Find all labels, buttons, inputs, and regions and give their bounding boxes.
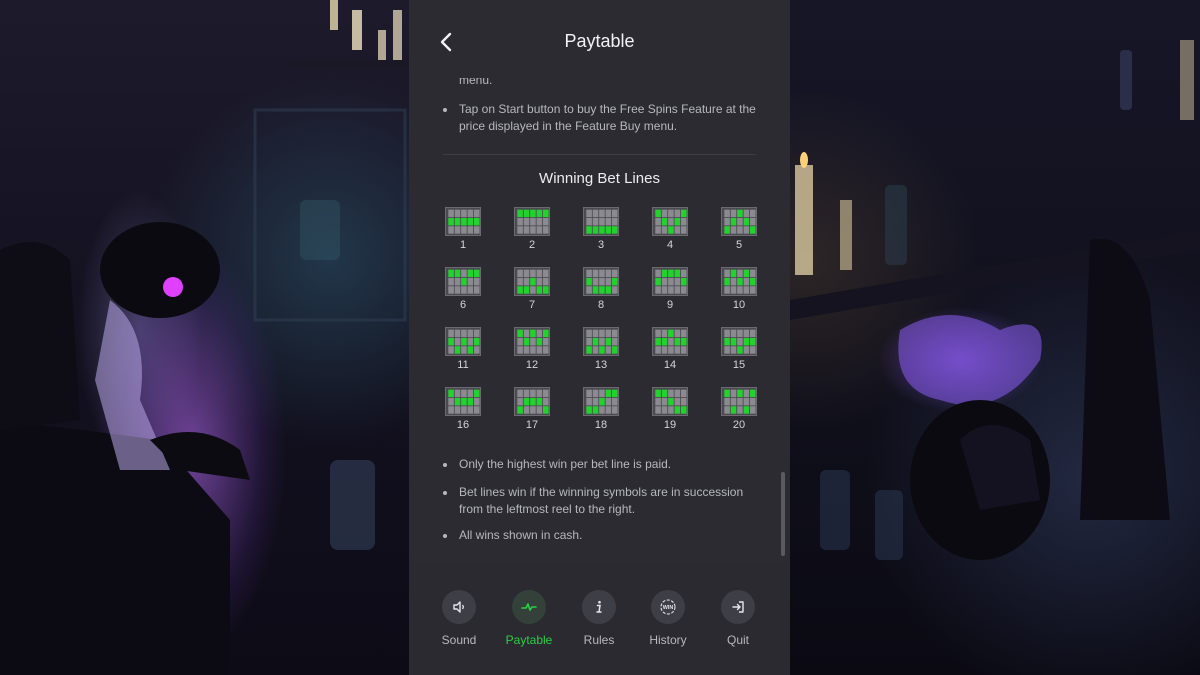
- section-divider: [443, 154, 756, 155]
- bet-line-19: 19: [650, 387, 690, 437]
- bottom-nav: Sound Paytable Rules WIN History Quit: [409, 562, 790, 675]
- bet-line-3: 3: [581, 207, 621, 257]
- bet-line-11: 11: [443, 327, 483, 377]
- bet-line-pattern-icon: [514, 327, 550, 356]
- section-title: Winning Bet Lines: [539, 170, 660, 187]
- pulse-icon: [521, 603, 537, 611]
- bet-line-1: 1: [443, 207, 483, 257]
- bet-line-pattern-icon: [445, 267, 481, 296]
- bet-line-number: 5: [735, 239, 743, 251]
- nav-sound[interactable]: Sound: [426, 590, 492, 647]
- nav-quit[interactable]: Quit: [705, 590, 771, 647]
- bet-line-pattern-icon: [721, 267, 757, 296]
- bet-line-5: 5: [719, 207, 759, 257]
- bet-line-number: 3: [597, 239, 605, 251]
- bet-line-9: 9: [650, 267, 690, 317]
- feature-buy-bullet: Tap on Start button to buy the Free Spin…: [443, 101, 759, 135]
- bet-line-number: 17: [525, 419, 539, 431]
- panel-header: Paytable: [409, 0, 790, 78]
- bet-line-number: 8: [597, 299, 605, 311]
- bet-line-number: 19: [663, 419, 677, 431]
- bet-line-pattern-icon: [514, 267, 550, 296]
- info-icon: [596, 600, 602, 613]
- nav-history-label: History: [649, 633, 687, 647]
- nav-rules-label: Rules: [583, 633, 615, 647]
- bet-line-6: 6: [443, 267, 483, 317]
- bet-line-pattern-icon: [583, 387, 619, 416]
- bet-line-16: 16: [443, 387, 483, 437]
- bet-line-number: 12: [525, 359, 539, 371]
- bet-line-pattern-icon: [514, 387, 550, 416]
- bet-line-pattern-icon: [652, 207, 688, 236]
- bet-line-number: 7: [528, 299, 536, 311]
- skeleton-scene-illustration: [0, 0, 409, 675]
- exit-icon: [732, 601, 744, 613]
- bet-line-number: 14: [663, 359, 677, 371]
- bet-line-pattern-icon: [583, 267, 619, 296]
- nav-history[interactable]: WIN History: [635, 590, 701, 647]
- bet-line-7: 7: [512, 267, 552, 317]
- bet-line-pattern-icon: [583, 327, 619, 356]
- bet-line-12: 12: [512, 327, 552, 377]
- win-badge-icon: WIN: [660, 599, 676, 615]
- bet-line-14: 14: [650, 327, 690, 377]
- bet-line-18: 18: [581, 387, 621, 437]
- bet-line-number: 1: [459, 239, 467, 251]
- bet-line-pattern-icon: [721, 387, 757, 416]
- background-art-left: [0, 0, 409, 675]
- page-title: Paytable: [564, 31, 635, 51]
- scrollbar-thumb[interactable]: [781, 472, 785, 556]
- bet-line-13: 13: [581, 327, 621, 377]
- creature-scene-illustration: [790, 40, 1200, 560]
- bet-line-20: 20: [719, 387, 759, 437]
- bet-line-4: 4: [650, 207, 690, 257]
- nav-sound-label: Sound: [441, 633, 477, 647]
- bet-line-pattern-icon: [652, 387, 688, 416]
- bet-line-number: 13: [594, 359, 608, 371]
- bet-line-number: 4: [666, 239, 674, 251]
- bet-line-17: 17: [512, 387, 552, 437]
- nav-quit-label: Quit: [726, 633, 749, 647]
- bet-line-8: 8: [581, 267, 621, 317]
- bet-lines-grid: 1 2 3 4 5 6 7 8 9 10 11 12 13 14 15 16 17 18 19 20: [443, 207, 757, 447]
- bet-line-number: 11: [457, 359, 469, 371]
- bet-line-number: 2: [528, 239, 536, 251]
- bet-line-number: 6: [459, 299, 467, 311]
- bet-line-pattern-icon: [514, 207, 550, 236]
- bet-line-number: 20: [732, 419, 746, 431]
- bet-line-pattern-icon: [445, 327, 481, 356]
- svg-text:WIN: WIN: [663, 605, 674, 611]
- bet-line-2: 2: [512, 207, 552, 257]
- bet-line-number: 16: [456, 419, 470, 431]
- paytable-scroll-content[interactable]: menu. Tap on Start button to buy the Fre…: [409, 0, 790, 562]
- nav-paytable-label: Paytable: [505, 633, 553, 647]
- bet-line-number: 15: [732, 359, 746, 371]
- speaker-icon: [453, 601, 464, 613]
- bet-line-number: 18: [594, 419, 608, 431]
- bet-line-number: 9: [666, 299, 674, 311]
- bet-line-pattern-icon: [721, 207, 757, 236]
- rule-bullet-2: Bet lines win if the winning symbols are…: [443, 484, 759, 518]
- bet-line-15: 15: [719, 327, 759, 377]
- rule-bullet-1: Only the highest win per bet line is pai…: [443, 456, 759, 473]
- bet-line-10: 10: [719, 267, 759, 317]
- bet-line-number: 10: [732, 299, 746, 311]
- background-art-right: [790, 0, 1200, 675]
- bet-line-pattern-icon: [721, 327, 757, 356]
- paytable-panel: menu. Tap on Start button to buy the Fre…: [409, 0, 790, 675]
- nav-paytable[interactable]: Paytable: [496, 590, 562, 647]
- bet-line-pattern-icon: [652, 327, 688, 356]
- bet-line-pattern-icon: [652, 267, 688, 296]
- bet-line-pattern-icon: [445, 387, 481, 416]
- rule-bullet-3: All wins shown in cash.: [443, 527, 759, 544]
- nav-rules[interactable]: Rules: [566, 590, 632, 647]
- bet-line-pattern-icon: [445, 207, 481, 236]
- bet-line-pattern-icon: [583, 207, 619, 236]
